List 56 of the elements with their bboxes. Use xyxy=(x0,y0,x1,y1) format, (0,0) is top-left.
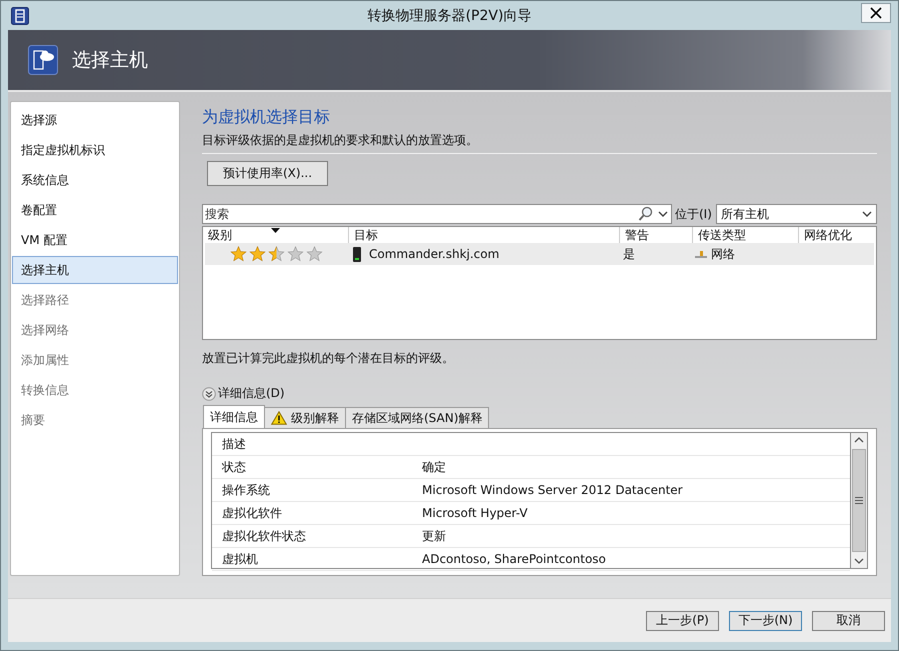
property-label: 描述 xyxy=(221,436,247,452)
warning-icon xyxy=(271,411,287,425)
step-item[interactable]: 指定虚拟机标识 xyxy=(12,136,178,164)
property-value: 确定 xyxy=(422,458,446,476)
details-expander[interactable]: 详细信息(D) xyxy=(202,385,285,402)
property-value: ADcontoso, SharePointcontoso xyxy=(422,552,606,566)
star-icon xyxy=(230,246,247,262)
caret-icon[interactable] xyxy=(658,210,668,218)
search-field[interactable]: 搜索 xyxy=(202,204,672,224)
host-row[interactable]: Commander.shkj.com 是 网络 xyxy=(205,243,874,265)
property-label: 虚拟化软件状态 xyxy=(221,528,307,544)
wizard-button[interactable]: 下一步(N) xyxy=(729,610,802,630)
property-value: 更新 xyxy=(422,528,446,544)
step-item[interactable]: 选择主机 xyxy=(12,256,178,284)
window-title: 转换物理服务器(P2V)向导 xyxy=(366,6,532,24)
chevron-icon xyxy=(202,386,216,400)
description-text: 目标评级依据的是虚拟机的要求和默认的放置选项。 xyxy=(202,132,479,149)
star-icon xyxy=(249,246,266,262)
property-value: Microsoft Windows Server 2012 Datacenter xyxy=(422,483,683,497)
server-cloud-icon xyxy=(28,45,58,75)
grip-icon xyxy=(855,497,863,504)
scope-dropdown[interactable]: 所有主机 xyxy=(716,204,877,224)
network-icon xyxy=(695,250,707,258)
search-icon xyxy=(638,206,654,222)
property-label: 虚拟机 xyxy=(221,550,259,568)
table-cell: 网络 xyxy=(711,246,735,262)
property-label: 虚拟化软件 xyxy=(221,504,283,522)
app-icon xyxy=(11,6,29,24)
property-label: 状态 xyxy=(221,458,247,476)
star-icon xyxy=(287,246,304,262)
table-cell: 是 xyxy=(623,246,635,262)
server-icon xyxy=(353,246,361,262)
property-label: 操作系统 xyxy=(221,482,271,498)
wizard-button[interactable]: 上一步(P) xyxy=(646,610,719,630)
property-value: Microsoft Hyper-V xyxy=(422,506,528,520)
caret-icon xyxy=(862,210,872,218)
tab[interactable]: 级别解释 xyxy=(264,407,346,428)
scrollbar[interactable] xyxy=(850,432,868,569)
tab[interactable]: 详细信息 xyxy=(203,405,265,428)
page-title: 选择主机 xyxy=(72,48,148,73)
step-item[interactable]: VM 配置 xyxy=(12,226,178,254)
table-cell: Commander.shkj.com xyxy=(369,247,500,261)
usage-button[interactable]: 预计使用率(X)... xyxy=(207,161,328,186)
scope-label: 位于(I) xyxy=(675,206,712,222)
scroll-thumb[interactable] xyxy=(852,449,866,552)
close-icon[interactable] xyxy=(861,3,891,23)
star-icon xyxy=(306,246,323,262)
step-item[interactable]: 选择源 xyxy=(12,106,178,134)
step-item[interactable]: 系统信息 xyxy=(12,166,178,194)
column-header[interactable]: 网络优化 xyxy=(799,227,876,243)
section-heading: 为虚拟机选择目标 xyxy=(202,107,331,128)
rating-note: 放置已计算完此虚拟机的每个潜在目标的评级。 xyxy=(202,350,455,367)
tab[interactable]: 存储区域网络(SAN)解释 xyxy=(345,407,490,428)
star-icon xyxy=(268,246,285,262)
wizard-button[interactable]: 取消 xyxy=(812,610,885,630)
step-item[interactable]: 卷配置 xyxy=(12,196,178,224)
